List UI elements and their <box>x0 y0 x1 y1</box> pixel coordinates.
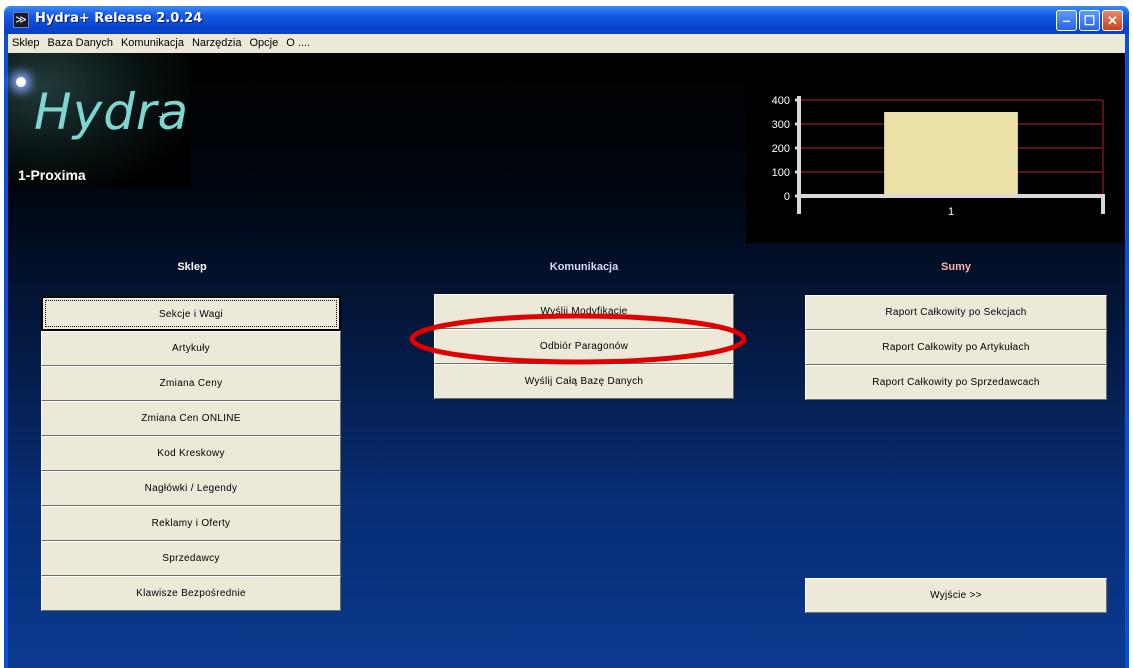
menu-komunikacja[interactable]: Komunikacja <box>117 34 188 49</box>
komunikacja-button-wyslij-baze[interactable]: Wyślij Całą Bazę Danych <box>434 364 734 399</box>
highlight-ellipse <box>409 313 747 365</box>
section-title-sklep: Sklep <box>177 261 207 273</box>
chart-y-tick-label: 400 <box>772 95 790 107</box>
title-bar[interactable]: ≫ Hydra+ Release 2.0.24 ‒ ☐ ✕ <box>4 6 1129 34</box>
sklep-button-zmiana-ceny[interactable]: Zmiana Ceny <box>41 366 341 401</box>
menu-opcje[interactable]: Opcje <box>245 34 282 49</box>
menu-sklep[interactable]: Sklep <box>8 34 44 49</box>
sklep-button-klawisze[interactable]: Klawisze Bezpośrednie <box>41 576 341 611</box>
sklep-button-kod-kreskowy[interactable]: Kod Kreskowy <box>41 436 341 471</box>
chart-y-tick-label: 200 <box>772 143 790 155</box>
logo-panel: Hydra + 1-Proxima <box>8 53 190 188</box>
sklep-button-sprzedawcy[interactable]: Sprzedawcy <box>41 541 341 576</box>
window-title: Hydra+ Release 2.0.24 <box>35 11 203 26</box>
menu-baza-danych[interactable]: Baza Danych <box>44 34 117 49</box>
store-name: 1-Proxima <box>18 167 86 183</box>
chart-y-tick-label: 100 <box>772 167 790 179</box>
sumy-button-sprzedawcy[interactable]: Raport Całkowity po Sprzedawcach <box>805 365 1107 400</box>
sumy-button-sekcje[interactable]: Raport Całkowity po Sekcjach <box>805 295 1107 330</box>
exit-button[interactable]: Wyjście >> <box>805 578 1107 613</box>
sklep-button-reklamy[interactable]: Reklamy i Oferty <box>41 506 341 541</box>
logo-star-icon <box>16 77 26 87</box>
app-icon[interactable]: ≫ <box>13 12 29 28</box>
minimize-button[interactable]: ‒ <box>1056 10 1077 31</box>
chart-bar <box>884 112 1018 196</box>
menu-bar: Sklep Baza Danych Komunikacja Narzędzia Opcj… <box>8 34 1125 53</box>
sklep-button-artykuly[interactable]: Artykuły <box>41 331 341 366</box>
chart-x-tick-label: 1 <box>948 206 954 218</box>
section-title-sumy: Sumy <box>941 261 971 273</box>
summary-chart: 0 100 200 300 400 1 <box>746 81 1125 243</box>
menu-about[interactable]: O .... <box>282 34 314 49</box>
chart-svg: 0 100 200 300 400 1 <box>772 95 1105 218</box>
sklep-button-naglowki[interactable]: Nagłówki / Legendy <box>41 471 341 506</box>
sklep-button-zmiana-cen-online[interactable]: Zmiana Cen ONLINE <box>41 401 341 436</box>
chart-y-tick-label: 300 <box>772 119 790 131</box>
menu-narzedzia[interactable]: Narzędzia <box>188 34 246 49</box>
chart-y-tick-label: 0 <box>784 191 790 203</box>
sumy-button-artykuly[interactable]: Raport Całkowity po Artykułach <box>805 330 1107 365</box>
sklep-button-sekcje[interactable]: Sekcje i Wagi <box>41 296 341 331</box>
close-button[interactable]: ✕ <box>1102 10 1123 31</box>
maximize-button[interactable]: ☐ <box>1079 10 1100 31</box>
section-title-komunikacja: Komunikacja <box>549 261 619 273</box>
logo-plus: + <box>158 109 168 126</box>
